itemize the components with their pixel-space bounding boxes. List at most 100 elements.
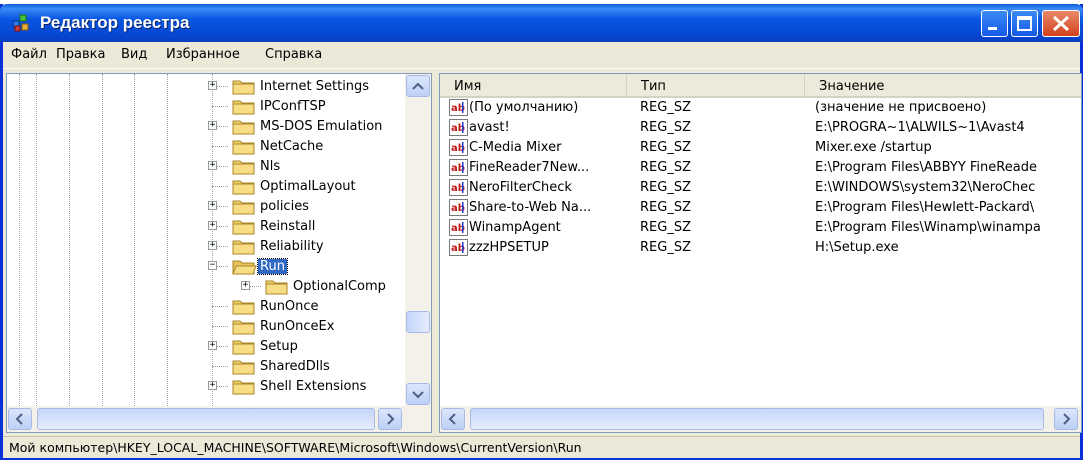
tree-node-label[interactable]: OptionalComp	[291, 279, 388, 294]
folder-icon	[264, 277, 290, 296]
tree-node[interactable]: IPConfTSP	[7, 96, 407, 117]
string-value-icon: ab	[449, 99, 468, 116]
tree-node[interactable]: RunOnce	[7, 296, 407, 317]
column-value-header[interactable]: Значение	[805, 74, 1081, 96]
tree-node-label[interactable]: RunOnce	[258, 299, 321, 314]
tree-node-label[interactable]: NetCache	[258, 139, 325, 154]
chevron-down-icon	[412, 391, 424, 399]
tree-connector	[212, 146, 228, 147]
folder-icon	[231, 337, 257, 356]
table-row[interactable]: ab WinampAgent REG_SZ E:\Program Files\Wina…	[440, 218, 1081, 238]
tree-node[interactable]: + Reinstall	[7, 216, 407, 237]
tree-node-label[interactable]: OptimalLayout	[258, 179, 358, 194]
value-type: REG_SZ	[640, 160, 691, 175]
column-name-header[interactable]: Имя	[440, 74, 627, 96]
tree-node[interactable]: + policies	[7, 196, 407, 217]
tree-node[interactable]: + Internet Settings	[7, 76, 407, 97]
menu-file[interactable]: Файл	[11, 47, 47, 62]
tree-node[interactable]: SharedDlls	[7, 356, 407, 377]
value-name: zzzHPSETUP	[469, 240, 549, 255]
table-row[interactable]: ab (По умолчанию) REG_SZ (значение не присв…	[440, 98, 1081, 118]
folder-icon	[231, 377, 257, 396]
tree-horizontal-scrollbar[interactable]	[7, 406, 431, 432]
value-name: C-Media Mixer	[469, 140, 562, 155]
tree-node[interactable]: + Nls	[7, 156, 407, 177]
scroll-left-button[interactable]	[441, 408, 465, 430]
table-row[interactable]: ab Share-to-Web Na... REG_SZ E:\Program Fil…	[440, 198, 1081, 218]
tree-vertical-scrollbar[interactable]	[405, 74, 431, 406]
tree-node-label[interactable]: Setup	[258, 339, 300, 354]
folder-icon	[231, 137, 257, 156]
column-type-header[interactable]: Тип	[627, 74, 805, 96]
tree-node[interactable]: + Setup	[7, 336, 407, 357]
string-value-icon: ab	[449, 139, 468, 156]
scroll-down-button[interactable]	[406, 383, 430, 405]
tree-node[interactable]: + OptionalComp	[7, 276, 407, 297]
tree-node[interactable]: − Run	[7, 256, 407, 277]
tree-node-label[interactable]: IPConfTSP	[258, 99, 328, 114]
tree-node-label[interactable]: Reliability	[258, 239, 326, 254]
title-bar[interactable]: Редактор реестра	[0, 4, 1083, 42]
tree-node[interactable]: NetCache	[7, 136, 407, 157]
tree-node[interactable]: OptimalLayout	[7, 176, 407, 197]
expand-icon[interactable]: +	[208, 221, 217, 230]
expand-icon[interactable]: +	[241, 281, 250, 290]
table-row[interactable]: ab avast! REG_SZ E:\PROGRA~1\ALWILS~1\Avast…	[440, 118, 1081, 138]
expand-icon[interactable]: +	[208, 201, 217, 210]
string-value-icon: ab	[449, 239, 468, 256]
folder-icon	[231, 237, 257, 256]
tree-node-label[interactable]: MS-DOS Emulation	[258, 119, 384, 134]
scroll-left-button[interactable]	[8, 408, 32, 430]
menu-view[interactable]: Вид	[121, 47, 147, 62]
tree-node[interactable]: + MS-DOS Emulation	[7, 116, 407, 137]
table-row[interactable]: ab zzzHPSETUP REG_SZ H:\Setup.exe	[440, 238, 1081, 258]
close-button[interactable]	[1042, 10, 1080, 37]
key-tree-pane[interactable]: + Internet Settings IPConfTSP + MS-DOS Emula…	[6, 73, 432, 433]
minimize-button[interactable]	[981, 10, 1008, 37]
table-row[interactable]: ab NeroFilterCheck REG_SZ E:\WINDOWS\system…	[440, 178, 1081, 198]
folder-icon	[231, 177, 257, 196]
tree-node-label[interactable]: Nls	[258, 159, 282, 174]
tree-node-label[interactable]: Shell Extensions	[258, 379, 368, 394]
expand-icon[interactable]: +	[208, 381, 217, 390]
string-value-icon: ab	[449, 219, 468, 236]
expand-icon[interactable]: +	[208, 341, 217, 350]
expand-icon[interactable]: +	[208, 161, 217, 170]
menu-edit[interactable]: Правка	[56, 47, 105, 62]
tree-node-label[interactable]: SharedDlls	[258, 359, 332, 374]
tree-node[interactable]: + Reliability	[7, 236, 407, 257]
tree-node[interactable]: + Shell Extensions	[7, 376, 407, 397]
values-list-pane[interactable]: Имя Тип Значение ab (По умолчанию) REG_SZ(…	[439, 73, 1082, 433]
menu-favorites[interactable]: Избранное	[166, 47, 240, 62]
close-icon	[1052, 15, 1070, 32]
value-name: Share-to-Web Na...	[469, 200, 592, 215]
scroll-thumb[interactable]	[37, 408, 375, 430]
list-horizontal-scrollbar[interactable]	[440, 406, 1081, 432]
value-data: (значение не присвоено)	[815, 100, 987, 115]
expand-icon[interactable]: +	[208, 241, 217, 250]
scroll-thumb[interactable]	[470, 408, 1044, 430]
folder-icon	[231, 157, 257, 176]
tree-node-label[interactable]: Run	[257, 258, 288, 275]
table-row[interactable]: ab FineReader7New... REG_SZ E:\Program File…	[440, 158, 1081, 178]
scroll-right-button[interactable]	[1054, 408, 1078, 430]
string-value-icon: ab	[449, 119, 468, 136]
scroll-thumb[interactable]	[406, 311, 430, 333]
scroll-right-button[interactable]	[378, 408, 402, 430]
table-row[interactable]: ab C-Media Mixer REG_SZ Mixer.exe /startup	[440, 138, 1081, 158]
expand-icon[interactable]: +	[208, 121, 217, 130]
value-data: E:\Program Files\Winamp\winampa	[815, 220, 1041, 235]
scroll-up-button[interactable]	[406, 75, 430, 97]
expand-icon[interactable]: +	[208, 81, 217, 90]
menu-help[interactable]: Справка	[265, 47, 322, 62]
collapse-icon[interactable]: −	[208, 261, 217, 270]
tree-node-label[interactable]: Reinstall	[258, 219, 317, 234]
tree-node-label[interactable]: Internet Settings	[258, 79, 371, 94]
maximize-button[interactable]	[1011, 10, 1038, 37]
tree-node[interactable]: RunOnceEx	[7, 316, 407, 337]
tree-connector	[212, 366, 228, 367]
folder-icon	[231, 77, 257, 96]
tree-node-label[interactable]: RunOnceEx	[258, 319, 336, 334]
chevron-left-icon	[15, 413, 23, 425]
tree-node-label[interactable]: policies	[258, 199, 311, 214]
